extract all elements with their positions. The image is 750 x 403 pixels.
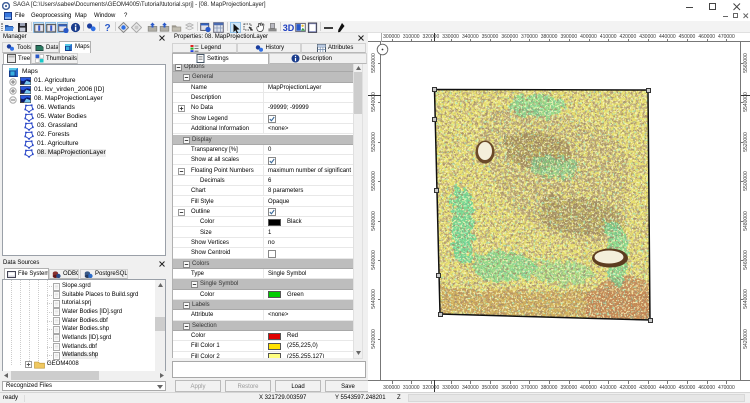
svg-text:?: ? (104, 23, 110, 33)
svg-text:3D: 3D (283, 23, 294, 33)
